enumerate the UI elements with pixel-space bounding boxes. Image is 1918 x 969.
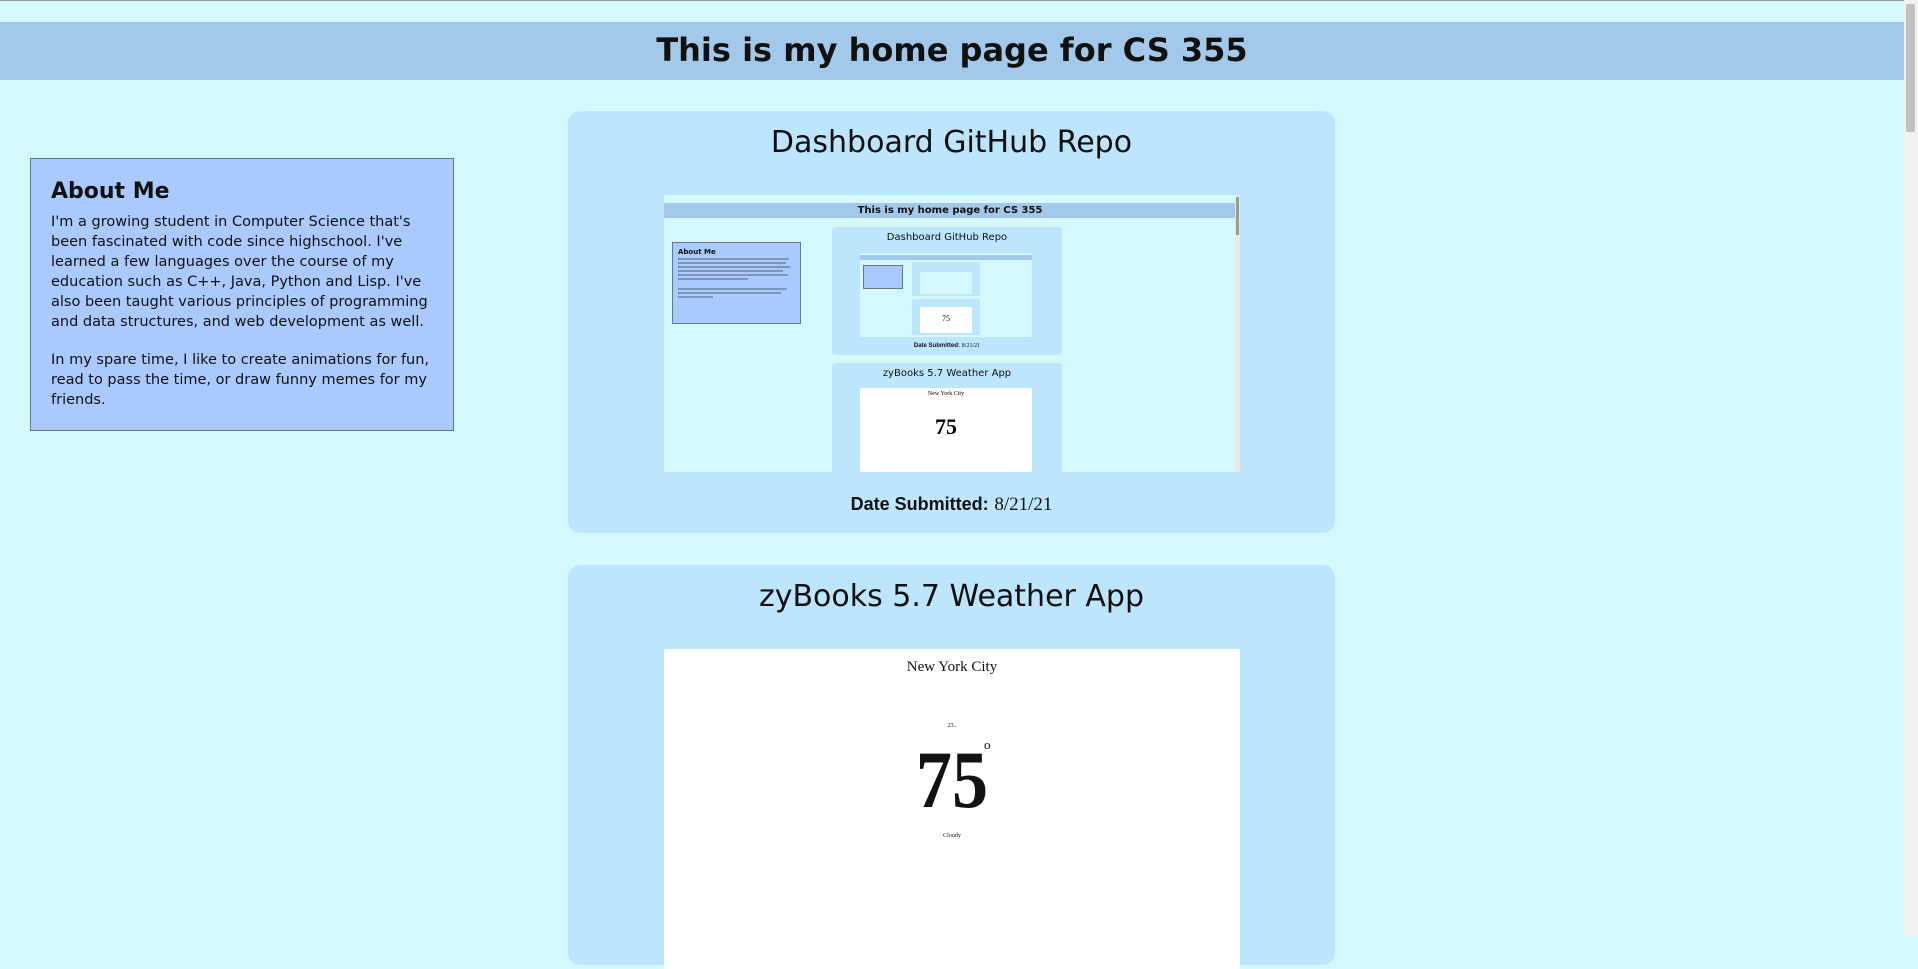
weather-city: New York City	[906, 659, 998, 675]
preview-card-dashboard-date: Date Submitted: 8/21/21	[913, 343, 981, 349]
weather-top-label: 23..	[947, 723, 957, 729]
preview-header: This is my home page for CS 355	[664, 203, 1236, 218]
weather-preview-image[interactable]: New York City 23.. 75 o Cloudy	[664, 649, 1240, 969]
preview-card-dashboard: Dashboard GitHub Repo 75 Date Submitted:	[832, 227, 1062, 355]
project-title-weather: zyBooks 5.7 Weather App	[758, 579, 1145, 614]
preview-scrollbar	[1235, 195, 1240, 472]
weather-condition: Cloudy	[943, 833, 961, 839]
preview-about-panel: About Me	[672, 242, 801, 324]
weather-app-view: New York City 23.. 75 o Cloudy	[664, 649, 1240, 969]
about-heading: About Me	[51, 179, 170, 204]
window-top-border	[0, 0, 1904, 1]
about-paragraph-2: In my spare time, I like to create anima…	[51, 352, 430, 408]
preview-card-weather: zyBooks 5.7 Weather App New York City 75	[832, 363, 1062, 472]
page-scrollbar[interactable]	[1904, 0, 1918, 936]
dashboard-date-submitted: Date Submitted: 8/21/21	[568, 494, 1335, 516]
about-me-panel: About Me I'm a growing student in Comput…	[30, 158, 454, 431]
dashboard-preview-image[interactable]: This is my home page for CS 355 About Me…	[664, 195, 1240, 472]
preview-nested-screenshot: 75	[860, 253, 1032, 337]
preview-weather-screenshot: New York City 75	[860, 388, 1032, 472]
preview-card-weather-title: zyBooks 5.7 Weather App	[882, 368, 1012, 379]
page-scrollbar-thumb[interactable]	[1906, 4, 1915, 132]
preview-page: This is my home page for CS 355 About Me…	[664, 195, 1240, 472]
project-card-weather: zyBooks 5.7 Weather App New York City 23…	[568, 565, 1335, 969]
preview-weather-temp: 75	[935, 414, 957, 439]
date-submitted-label: Date Submitted:	[850, 494, 989, 514]
preview-card-dashboard-title: Dashboard GitHub Repo	[886, 232, 1008, 243]
preview-weather-city: New York City	[927, 391, 965, 397]
date-submitted-value: 8/21/21	[994, 494, 1053, 515]
project-title-dashboard: Dashboard GitHub Repo	[770, 125, 1133, 160]
project-card-dashboard: Dashboard GitHub Repo This is my home pa…	[568, 111, 1335, 533]
about-paragraph-1: I'm a growing student in Computer Scienc…	[51, 214, 428, 330]
page-header: This is my home page for CS 355	[0, 22, 1904, 80]
weather-temperature: 75	[915, 734, 989, 825]
preview-micro-temp: 75	[942, 314, 950, 323]
preview-about-heading: About Me	[678, 248, 716, 256]
page-title: This is my home page for CS 355	[656, 31, 1248, 69]
weather-degree-symbol: o	[984, 737, 991, 752]
